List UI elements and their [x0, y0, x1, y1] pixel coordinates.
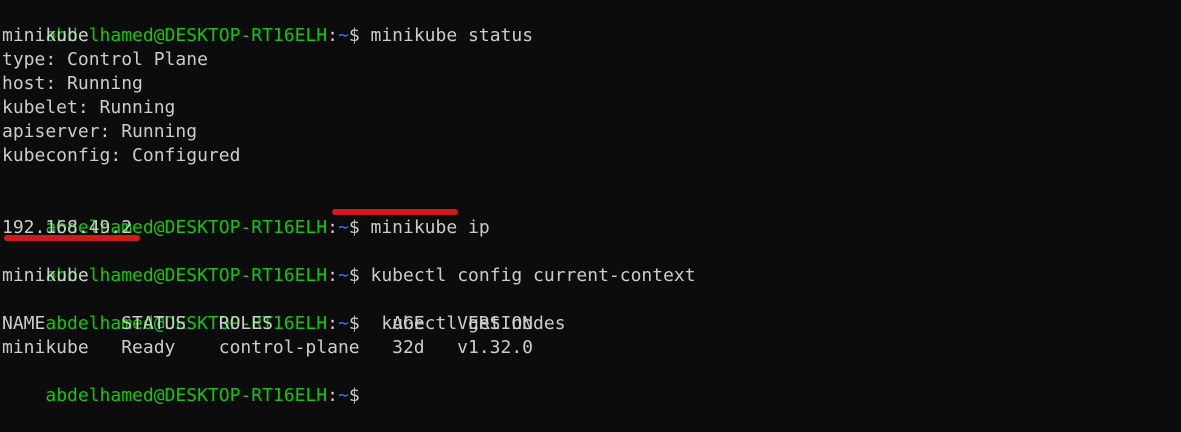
prompt-line[interactable]: abdelhamed@DESKTOP-RT16ELH:~$	[2, 360, 370, 406]
prompt-line: abdelhamed@DESKTOP-RT16ELH:~$ kubectl co…	[2, 240, 695, 286]
context-output: minikube	[2, 265, 89, 286]
nodes-table-row: minikube Ready control-plane 32d v1.32.0	[2, 337, 534, 358]
nodes-table-header: NAME STATUS ROLES AGE VERSION	[2, 313, 534, 334]
prompt-symbol: $	[348, 265, 360, 286]
prompt-symbol: $	[348, 25, 360, 46]
prompt-path: ~	[337, 25, 349, 46]
red-underline-annotation	[332, 209, 458, 215]
text-cursor	[360, 386, 370, 406]
command-text: minikube status	[359, 25, 534, 46]
output-line: host: Running	[2, 73, 143, 94]
prompt-path: ~	[337, 265, 349, 286]
prompt-path: ~	[337, 217, 349, 238]
prompt-line: abdelhamed@DESKTOP-RT16ELH:~$ minikube s…	[2, 0, 533, 46]
output-line: type: Control Plane	[2, 49, 208, 70]
prompt-symbol: $	[348, 217, 360, 238]
command-text: kubectl config current-context	[359, 265, 696, 286]
output-line: kubelet: Running	[2, 97, 176, 118]
prompt-colon: :	[327, 265, 338, 286]
prompt-line: abdelhamed@DESKTOP-RT16ELH:~$ kubectl ge…	[2, 288, 565, 334]
output-line: kubeconfig: Configured	[2, 145, 241, 166]
output-line: minikube	[2, 25, 89, 46]
prompt-colon: :	[327, 217, 338, 238]
terminal-window[interactable]: abdelhamed@DESKTOP-RT16ELH:~$ minikube s…	[2, 0, 1178, 406]
prompt-colon: :	[327, 25, 338, 46]
command-text: minikube ip	[359, 217, 490, 238]
output-line: apiserver: Running	[2, 121, 198, 142]
